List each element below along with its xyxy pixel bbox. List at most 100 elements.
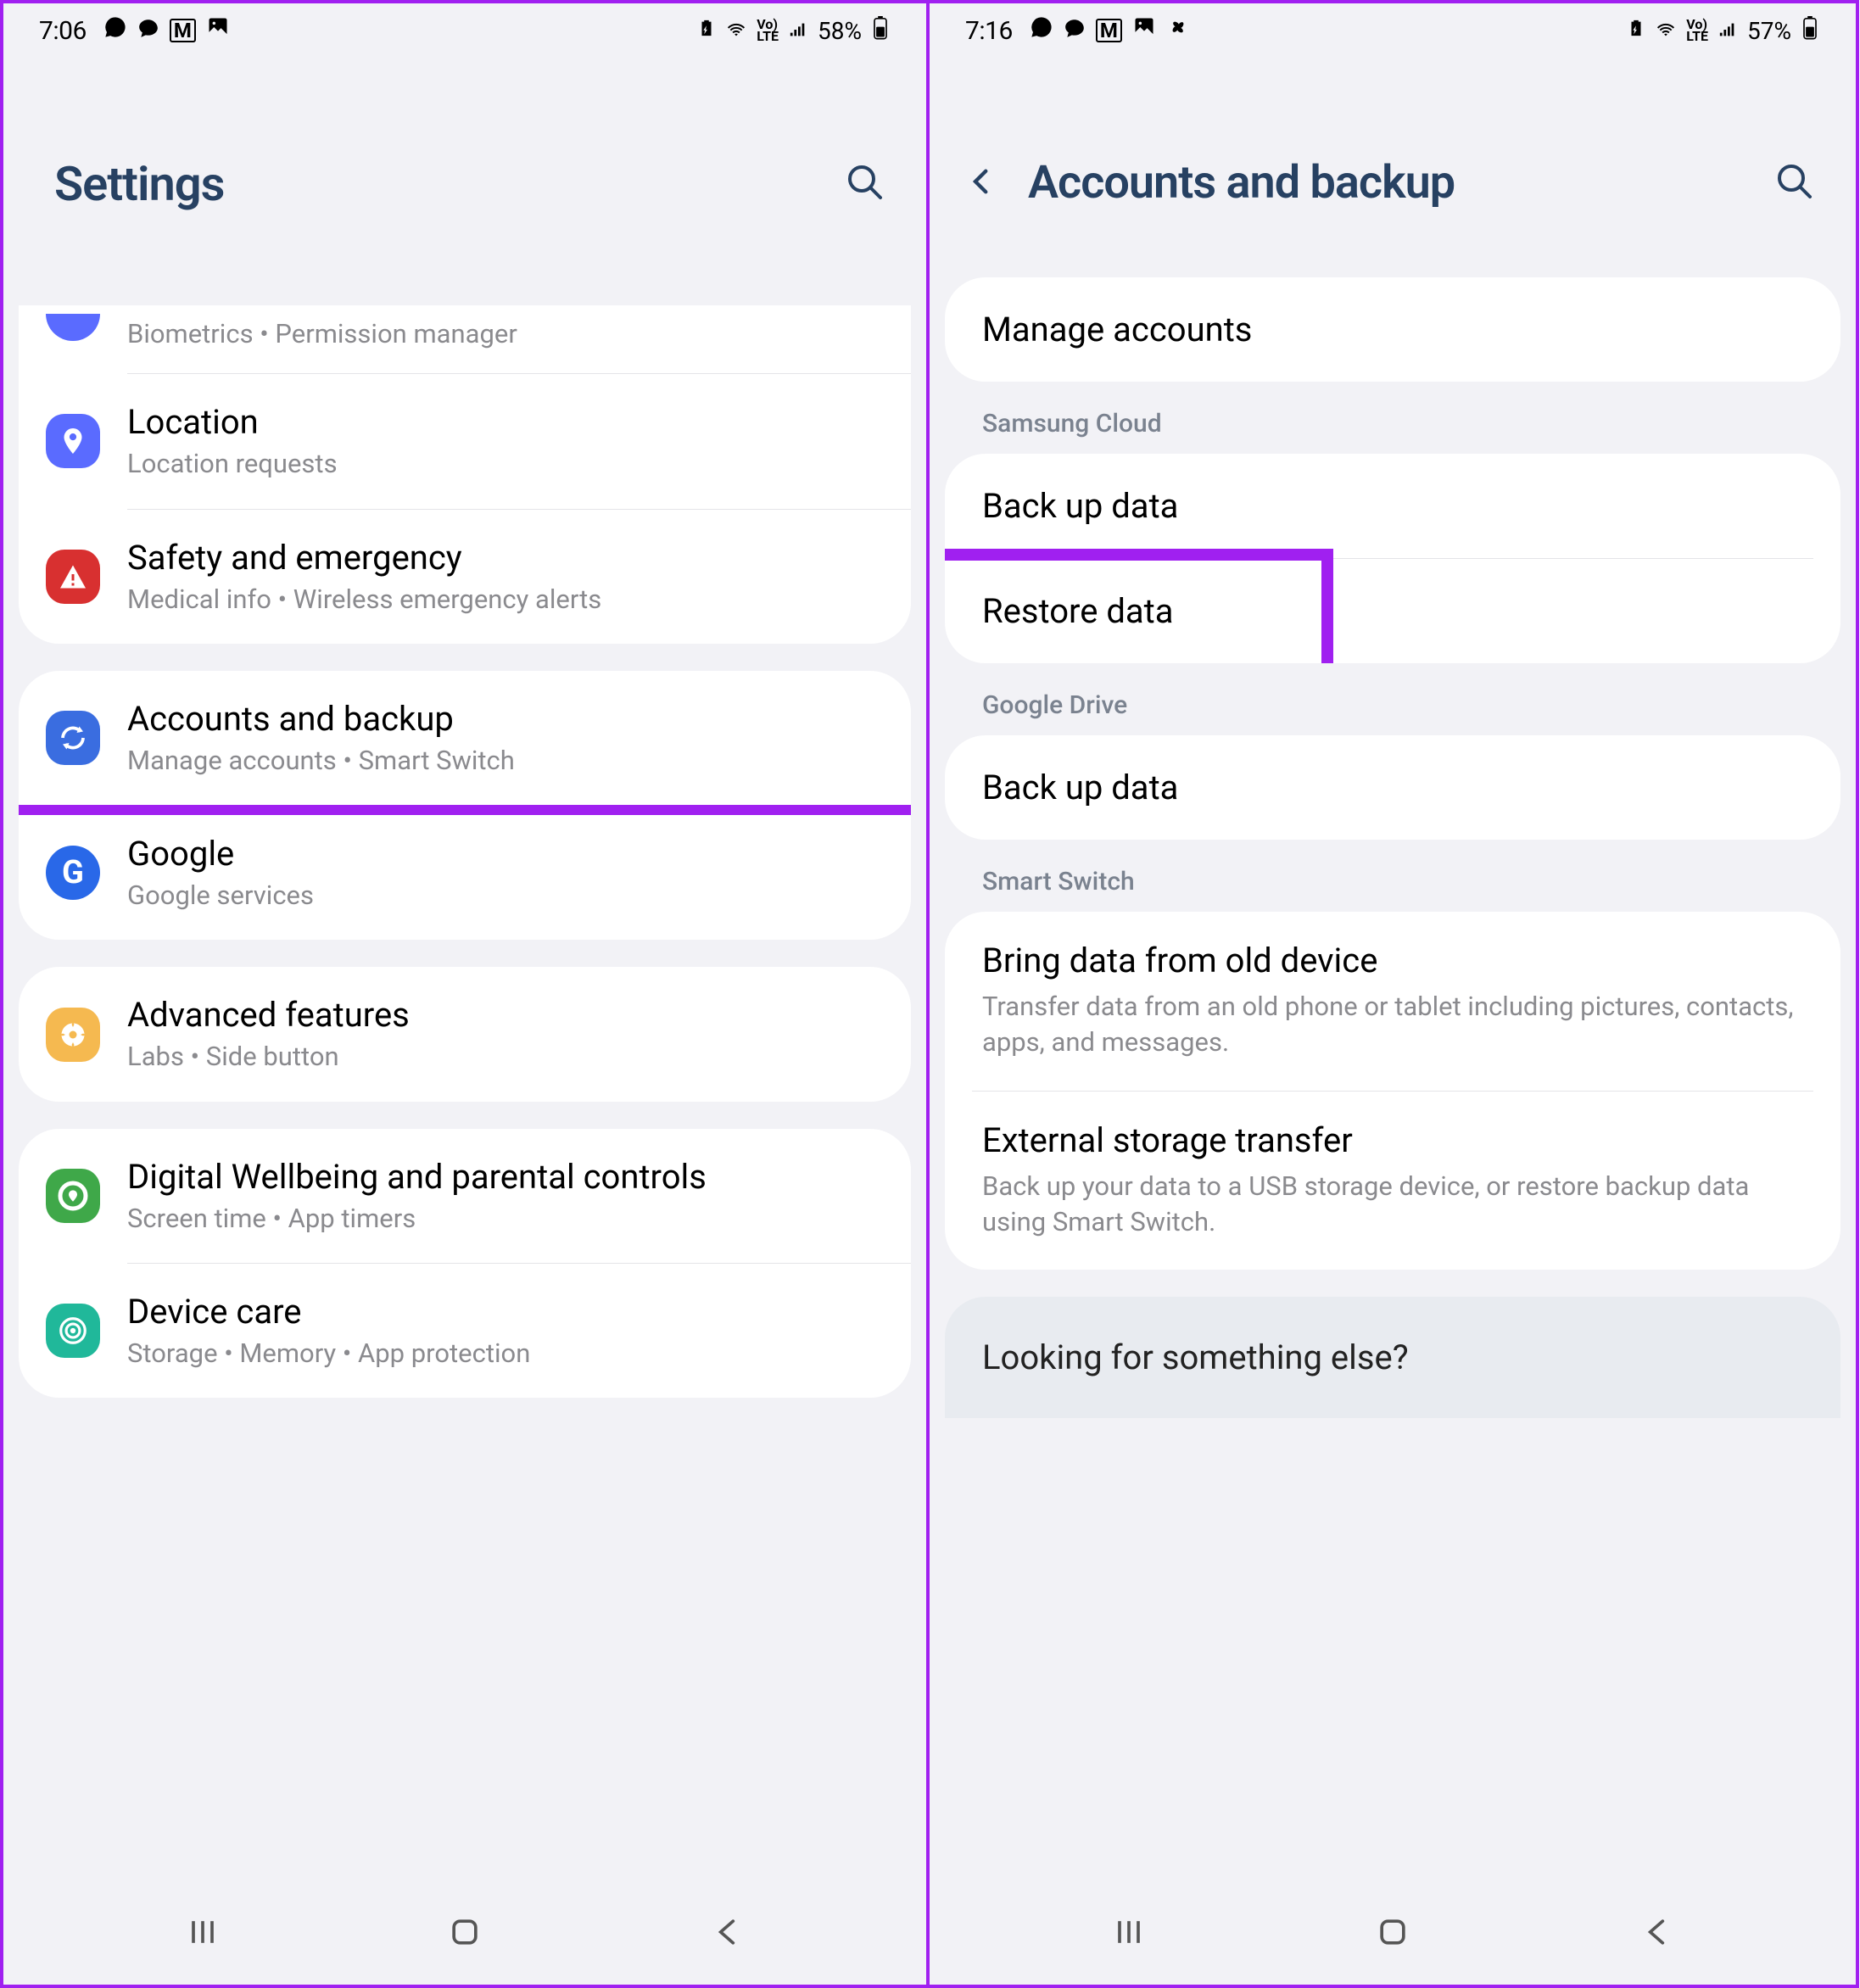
settings-header: Settings: [3, 54, 926, 305]
settings-item-wellbeing[interactable]: Digital Wellbeing and parental controls …: [19, 1129, 911, 1263]
item-title: Bring data from old device: [982, 941, 1803, 980]
settings-card-4: Digital Wellbeing and parental controls …: [19, 1129, 911, 1399]
manage-accounts-card: Manage accounts: [945, 277, 1840, 382]
external-storage-item[interactable]: External storage transfer Back up your d…: [945, 1092, 1840, 1270]
search-icon[interactable]: [845, 162, 885, 206]
whatsapp-icon: [1030, 15, 1053, 46]
gmail-icon: M: [1096, 19, 1122, 42]
item-subtitle: Medical info • Wireless emergency alerts: [127, 583, 884, 617]
advanced-icon: [46, 1008, 100, 1062]
item-title: Digital Wellbeing and parental controls: [127, 1156, 884, 1198]
item-title: Advanced features: [127, 994, 884, 1036]
settings-card-3: Advanced features Labs • Side button: [19, 967, 911, 1101]
wifi-icon: [1654, 17, 1678, 45]
settings-item-security[interactable]: Biometrics • Permission manager: [19, 314, 911, 373]
settings-item-device-care[interactable]: Device care Storage • Memory • App prote…: [19, 1264, 911, 1398]
item-title: Safety and emergency: [127, 537, 884, 579]
section-samsung-cloud: Samsung Cloud: [945, 409, 1840, 454]
restore-data-item[interactable]: Restore data: [945, 559, 1840, 663]
status-bar: 7:16 M Vo)LTE 57%: [930, 3, 1856, 54]
phone-right: 7:16 M Vo)LTE 57% Accounts and backup Ma…: [930, 0, 1859, 1988]
item-desc: Transfer data from an old phone or table…: [982, 989, 1803, 1060]
settings-card-1: Biometrics • Permission manager Location…: [19, 305, 911, 644]
gallery-icon: [1132, 15, 1156, 46]
signal-icon: [1717, 17, 1739, 45]
location-icon: [46, 414, 100, 468]
settings-item-google[interactable]: G Google Google services: [19, 806, 911, 940]
battery-percent: 58%: [818, 17, 862, 45]
home-button[interactable]: [446, 1913, 483, 1954]
manage-accounts-item[interactable]: Manage accounts: [945, 277, 1840, 382]
samsung-cloud-card: Back up data Restore data: [945, 454, 1840, 663]
status-right: Vo)LTE 58%: [697, 16, 891, 46]
whatsapp-icon: [103, 15, 127, 46]
back-button[interactable]: [1638, 1913, 1675, 1954]
page-title: Settings: [54, 156, 224, 212]
phone-left: 7:06 M Vo)LTE 58% Settings Biometrics • …: [0, 0, 930, 1988]
volte-icon: Vo)LTE: [1686, 19, 1708, 43]
back-button[interactable]: [708, 1913, 746, 1954]
fan-icon: [1166, 15, 1190, 46]
status-left: 7:06 M: [39, 15, 230, 46]
item-title: External storage transfer: [982, 1120, 1803, 1160]
search-icon[interactable]: [1774, 161, 1815, 205]
accounts-header: Accounts and backup: [930, 54, 1856, 277]
emergency-icon: [46, 550, 100, 604]
settings-item-accounts-backup[interactable]: Accounts and backup Manage accounts • Sm…: [19, 671, 911, 805]
gmail-icon: M: [170, 19, 196, 42]
smart-switch-card: Bring data from old device Transfer data…: [945, 912, 1840, 1270]
signal-icon: [787, 17, 809, 45]
item-subtitle: Biometrics • Permission manager: [127, 317, 884, 351]
item-title: Device care: [127, 1291, 884, 1333]
settings-content[interactable]: Biometrics • Permission manager Location…: [3, 305, 926, 1886]
chat-icon: [137, 16, 159, 46]
settings-item-safety[interactable]: Safety and emergency Medical info • Wire…: [19, 510, 911, 644]
item-subtitle: Google services: [127, 879, 884, 913]
sync-icon: [46, 711, 100, 765]
item-title: Google: [127, 833, 884, 875]
wifi-icon: [724, 17, 748, 45]
status-time: 7:06: [39, 16, 87, 46]
settings-item-advanced[interactable]: Advanced features Labs • Side button: [19, 967, 911, 1101]
battery-saver-icon: [1627, 17, 1645, 45]
section-google-drive: Google Drive: [945, 690, 1840, 735]
item-subtitle: Location requests: [127, 447, 884, 481]
battery-icon: [870, 16, 891, 46]
navigation-bar: [930, 1886, 1856, 1985]
device-care-icon: [46, 1304, 100, 1358]
wellbeing-icon: [46, 1169, 100, 1223]
highlight-accounts-backup: Accounts and backup Manage accounts • Sm…: [19, 671, 911, 815]
item-desc: Back up your data to a USB storage devic…: [982, 1169, 1803, 1240]
gallery-icon: [206, 15, 230, 46]
item-subtitle: Labs • Side button: [127, 1040, 884, 1074]
volte-icon: Vo)LTE: [757, 19, 779, 43]
item-subtitle: Storage • Memory • App protection: [127, 1337, 884, 1371]
status-bar: 7:06 M Vo)LTE 58%: [3, 3, 926, 54]
battery-saver-icon: [697, 17, 716, 45]
item-subtitle: Screen time • App timers: [127, 1202, 884, 1236]
backup-data-google[interactable]: Back up data: [945, 735, 1840, 840]
status-left: 7:16 M: [965, 15, 1190, 46]
chat-icon: [1064, 16, 1086, 46]
backup-data-samsung[interactable]: Back up data: [945, 454, 1840, 558]
recents-button[interactable]: [1110, 1913, 1148, 1954]
section-smart-switch: Smart Switch: [945, 867, 1840, 912]
bring-data-item[interactable]: Bring data from old device Transfer data…: [945, 912, 1840, 1091]
google-drive-card: Back up data: [945, 735, 1840, 840]
status-right: Vo)LTE 57%: [1627, 16, 1820, 46]
battery-icon: [1800, 16, 1820, 46]
home-button[interactable]: [1374, 1913, 1411, 1954]
settings-item-location[interactable]: Location Location requests: [19, 374, 911, 508]
back-icon[interactable]: [964, 164, 999, 203]
battery-percent: 57%: [1747, 17, 1791, 45]
accounts-content[interactable]: Manage accounts Samsung Cloud Back up da…: [930, 277, 1856, 1886]
looking-for-else[interactable]: Looking for something else?: [945, 1297, 1840, 1418]
status-time: 7:16: [965, 16, 1013, 46]
security-icon: [46, 314, 100, 341]
item-subtitle: Manage accounts • Smart Switch: [127, 744, 884, 778]
google-icon: G: [46, 846, 100, 900]
item-title: Accounts and backup: [127, 698, 884, 740]
settings-card-2: Accounts and backup Manage accounts • Sm…: [19, 671, 911, 941]
page-title: Accounts and backup: [1028, 156, 1455, 209]
recents-button[interactable]: [184, 1913, 221, 1954]
